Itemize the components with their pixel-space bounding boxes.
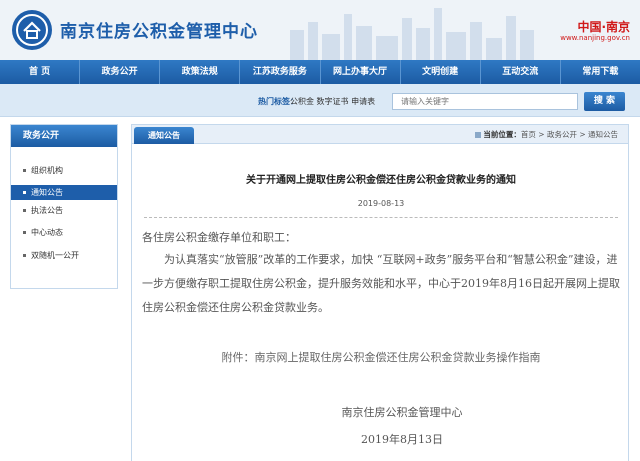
divider <box>144 217 618 218</box>
article-salutation: 各住房公积金缴存单位和职工： <box>142 231 296 244</box>
nav-home[interactable]: 首 页 <box>0 60 81 84</box>
sidebar-item-label: 双随机一公开 <box>31 251 79 260</box>
nav-policies[interactable]: 政策法规 <box>160 60 241 84</box>
nav-jiangsu-services[interactable]: 江苏政务服务 <box>240 60 321 84</box>
nav-civilization[interactable]: 文明创建 <box>401 60 481 84</box>
article-date: 2019-08-13 <box>357 199 405 208</box>
sidebar-item-label: 中心动态 <box>31 228 63 237</box>
sidebar-item-label: 通知公告 <box>31 188 63 197</box>
hot-tags-links[interactable]: 公积金 数字证书 申请表 <box>290 96 375 107</box>
sidebar-item-label: 执法公告 <box>31 206 63 215</box>
breadcrumb: 当前位置：首页 > 政务公开 > 通知公告 <box>473 129 618 140</box>
sidebar-item-double-random[interactable]: 双随机一公开 <box>11 248 117 263</box>
search-input[interactable] <box>392 93 578 110</box>
search-button[interactable]: 搜 索 <box>584 92 625 111</box>
china-nanjing-brand[interactable]: 中国·南京 <box>577 18 630 35</box>
bullet-icon <box>23 191 26 194</box>
article-paragraph: 为认真落实“放管服”改革的工作要求，加快 “互联网+政务”服务平台和“智慧公积金… <box>142 253 620 314</box>
breadcrumb-links[interactable]: 首页 > 政务公开 > 通知公告 <box>521 130 618 139</box>
house-logo-icon <box>16 14 48 46</box>
bullet-icon <box>23 169 26 172</box>
signature-date: 2019年8月13日 <box>361 433 443 446</box>
nav-interaction[interactable]: 互动交流 <box>481 60 561 84</box>
sidebar-item-center-news[interactable]: 中心动态 <box>11 225 117 240</box>
main-content: 通知公告 当前位置：首页 > 政务公开 > 通知公告 关于开通网上提取住房公积金… <box>131 124 629 461</box>
sidebar-item-organization[interactable]: 组织机构 <box>11 163 117 178</box>
bullet-icon <box>23 209 26 212</box>
bullet-icon <box>23 254 26 257</box>
search-bar: 热门标签： 公积金 数字证书 申请表 搜 索 <box>0 84 640 117</box>
site-title: 南京住房公积金管理中心 <box>60 22 258 42</box>
site-header: 南京住房公积金管理中心 中国·南京 www.nanjing.gov.cn <box>0 0 640 60</box>
sidebar-item-label: 组织机构 <box>31 166 63 175</box>
article-title: 关于开通网上提取住房公积金偿还住房公积金贷款业务的通知 <box>246 175 516 186</box>
breadcrumb-prefix: 当前位置： <box>483 130 521 139</box>
article-attachment-link[interactable]: 附件：南京网上提取住房公积金偿还住房公积金贷款业务操作指南 <box>132 349 630 365</box>
nav-online-hall[interactable]: 网上办事大厅 <box>321 60 401 84</box>
home-icon <box>475 132 482 138</box>
sidebar: 政务公开 组织机构 通知公告 执法公告 中心动态 双随机一公开 <box>10 124 118 289</box>
nav-downloads[interactable]: 常用下载 <box>561 60 640 84</box>
sidebar-item-enforcement[interactable]: 执法公告 <box>11 203 117 218</box>
main-nav: 首 页 政务公开 政策法规 江苏政务服务 网上办事大厅 文明创建 互动交流 常用… <box>0 60 640 84</box>
site-logo[interactable] <box>12 10 52 50</box>
content-tabbar: 通知公告 当前位置：首页 > 政务公开 > 通知公告 <box>132 125 628 144</box>
nav-government-affairs[interactable]: 政务公开 <box>80 60 161 84</box>
signature-organization: 南京住房公积金管理中心 <box>341 406 463 419</box>
sidebar-item-notices[interactable]: 通知公告 <box>11 185 117 200</box>
bullet-icon <box>23 231 26 234</box>
china-nanjing-url: www.nanjing.gov.cn <box>560 34 630 42</box>
sidebar-heading: 政务公开 <box>11 125 117 147</box>
tab-notices[interactable]: 通知公告 <box>134 127 194 144</box>
